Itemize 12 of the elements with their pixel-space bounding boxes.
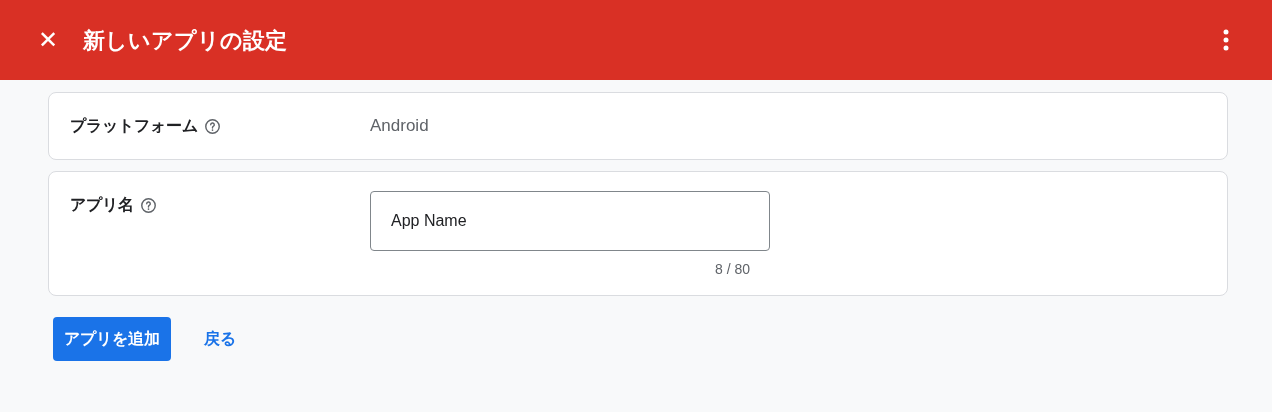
platform-value: Android bbox=[370, 115, 429, 138]
back-button[interactable]: 戻る bbox=[181, 317, 259, 361]
more-menu-icon[interactable] bbox=[1223, 29, 1229, 51]
close-button[interactable]: ✕ bbox=[36, 28, 60, 52]
help-icon[interactable] bbox=[204, 117, 221, 135]
field-label: アプリ名 bbox=[70, 195, 134, 215]
help-icon[interactable] bbox=[140, 196, 157, 214]
character-counter: 8 / 80 bbox=[714, 260, 750, 279]
add-app-button[interactable]: アプリを追加 bbox=[53, 317, 171, 361]
app-name-input[interactable]: App Name bbox=[370, 191, 770, 251]
page-title: 新しいアプリの設定 bbox=[83, 26, 287, 55]
field-label: プラットフォーム bbox=[70, 116, 198, 136]
